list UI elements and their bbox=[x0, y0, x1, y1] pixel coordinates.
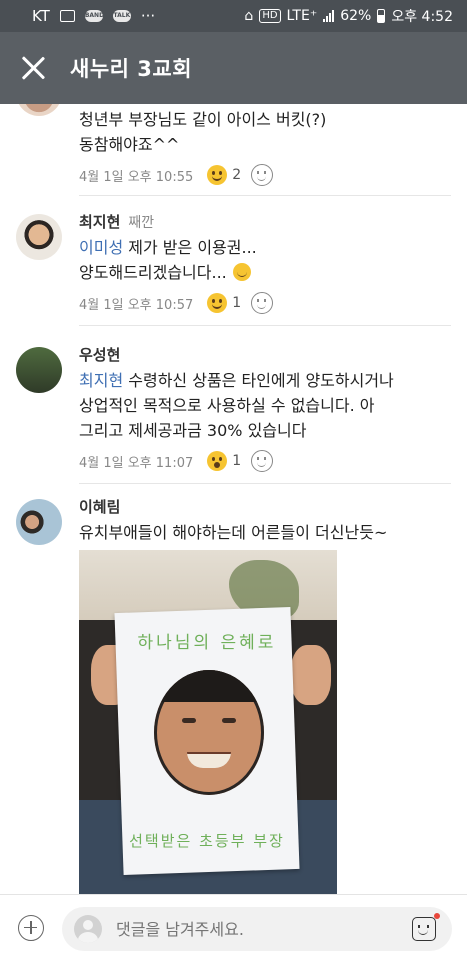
reaction-count: 1 bbox=[232, 453, 242, 469]
comment-feed[interactable]: 청년부 부장님도 같이 아이스 버킷(?) 동참해야죠^^ 4월 1일 오후 1… bbox=[0, 104, 467, 894]
band-icon: BAND bbox=[84, 10, 104, 22]
comment-time: 4월 1일 오후 10:55 bbox=[79, 169, 194, 185]
comment-text: 유치부애들이 해야하는데 어른들이 더신난듯~ bbox=[79, 523, 388, 542]
hd-icon: HD bbox=[259, 9, 281, 23]
silent-icon: ⌂ bbox=[244, 8, 254, 24]
comment-text: 청년부 부장님도 같이 아이스 버킷(?) 동참해야죠^^ bbox=[79, 110, 327, 154]
avatar[interactable] bbox=[16, 214, 62, 260]
sign-bottom-text: 선택받은 초등부 부장 bbox=[129, 832, 285, 850]
comment-input[interactable] bbox=[116, 919, 386, 939]
divider bbox=[79, 483, 451, 484]
avatar[interactable] bbox=[16, 104, 62, 116]
avatar[interactable] bbox=[16, 499, 62, 545]
battery-icon bbox=[377, 9, 386, 23]
add-reaction-icon[interactable] bbox=[251, 450, 274, 472]
image-icon bbox=[59, 10, 75, 22]
user-avatar-icon bbox=[74, 915, 102, 943]
comment-text: 이미성 제가 받은 이용권... 양도해드리겠습니다... bbox=[79, 238, 257, 282]
comment-text: 최지현 수령하신 상품은 타인에게 양도하시거나 상업적인 목적으로 사용하실 … bbox=[79, 371, 394, 440]
author-name[interactable]: 우성현 bbox=[79, 344, 457, 365]
comment-time: 4월 1일 오후 11:07 bbox=[79, 455, 194, 471]
divider bbox=[79, 325, 451, 326]
photo-hand-right bbox=[291, 645, 331, 705]
smile-emoji-icon[interactable] bbox=[207, 165, 228, 185]
laugh-emoji-icon[interactable] bbox=[207, 293, 228, 313]
comment-time: 4월 1일 오후 10:57 bbox=[79, 297, 194, 313]
comment-meta: 4월 1일 오후 10:57 1 bbox=[79, 290, 457, 316]
surprised-emoji-icon[interactable] bbox=[207, 451, 228, 471]
author-name[interactable]: 이혜림 bbox=[79, 496, 457, 517]
reaction-count: 2 bbox=[232, 167, 242, 183]
notification-dot bbox=[434, 913, 440, 919]
more-dots-icon: ··· bbox=[140, 7, 156, 25]
photo-face bbox=[154, 670, 264, 795]
author-subtitle: 째깐 bbox=[128, 215, 155, 231]
app-bar: 새누리 3교회 bbox=[0, 32, 467, 104]
add-reaction-icon[interactable] bbox=[251, 164, 274, 186]
close-icon[interactable] bbox=[20, 55, 46, 81]
divider bbox=[79, 195, 451, 196]
author-name[interactable]: 최지현 째깐 bbox=[79, 211, 457, 232]
comment-input-wrapper[interactable] bbox=[62, 907, 452, 951]
comment-composer bbox=[0, 894, 467, 960]
battery-percent: 62% bbox=[340, 8, 372, 24]
add-reaction-icon[interactable] bbox=[251, 292, 274, 314]
signal-icon bbox=[323, 10, 335, 22]
carrier-label: KT bbox=[32, 7, 50, 25]
attached-photo[interactable]: 하나님의 은혜로 선택받은 초등부 부장 bbox=[79, 550, 337, 894]
clock: 오후 4:52 bbox=[391, 9, 453, 25]
page-title: 새누리 3교회 bbox=[70, 57, 193, 81]
add-attachment-icon[interactable] bbox=[18, 914, 44, 941]
kakaotalk-icon: TALK bbox=[112, 10, 131, 22]
status-bar: KT BAND TALK ··· ⌂ HD LTE⁺ 62% 오후 4:52 bbox=[0, 0, 467, 32]
relieved-emoji-icon bbox=[232, 263, 251, 281]
network-label: LTE⁺ bbox=[286, 8, 318, 24]
mention-link[interactable]: 최지현 bbox=[79, 371, 123, 390]
sticker-icon[interactable] bbox=[412, 917, 436, 941]
comment-meta: 4월 1일 오후 11:07 1 bbox=[79, 448, 457, 474]
avatar[interactable] bbox=[16, 347, 62, 393]
reaction-count: 1 bbox=[232, 295, 242, 311]
mention-link[interactable]: 이미성 bbox=[79, 238, 123, 257]
comment-meta: 4월 1일 오후 10:55 2 bbox=[79, 162, 457, 188]
sign-top-text: 하나님의 은혜로 bbox=[137, 633, 277, 653]
